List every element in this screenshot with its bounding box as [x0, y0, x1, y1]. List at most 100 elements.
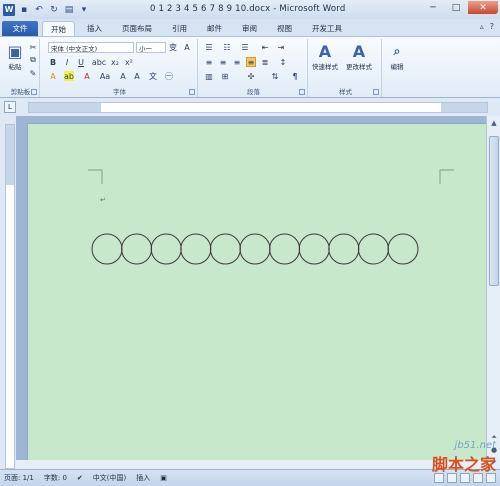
quick-styles-button[interactable]: A 快速样式 — [312, 41, 338, 72]
highlight-icon[interactable]: ab — [64, 71, 74, 81]
ribbon: ▣ 粘贴 ✂ ⧉ ✎ 剪贴板 宋体 (中文正文) 小一 变 A B I U ab… — [0, 36, 500, 98]
save-icon[interactable]: ▪ — [18, 4, 30, 16]
proofing-icon[interactable]: ✔ — [77, 474, 83, 482]
quick-styles-icon: A — [318, 41, 332, 61]
circle-shape[interactable] — [239, 233, 271, 265]
vertical-ruler-inner[interactable] — [5, 124, 15, 469]
underline-icon[interactable]: U — [76, 57, 86, 67]
format-painter-icon[interactable]: ✎ — [28, 68, 38, 78]
shading-icon[interactable]: ▥ — [204, 71, 214, 81]
right-margin-shade — [441, 103, 487, 112]
tab-page-layout[interactable]: 页面布局 — [114, 21, 160, 36]
tab-developer[interactable]: 开发工具 — [304, 21, 350, 36]
tab-insert[interactable]: 插入 — [79, 21, 110, 36]
ribbon-tabs: 文件 开始 插入 页面布局 引用 邮件 审阅 视图 开发工具 ▵ ? — [0, 19, 500, 36]
sort-icon[interactable]: ⇅ — [270, 71, 280, 81]
maximize-button[interactable]: □ — [445, 1, 467, 14]
text-effects-icon[interactable]: A — [48, 71, 58, 81]
scroll-up-icon[interactable]: ▲ — [488, 117, 500, 129]
bullets-icon[interactable]: ☰ — [204, 42, 214, 52]
circle-shape[interactable] — [298, 233, 330, 265]
circle-shape[interactable] — [121, 233, 153, 265]
change-case-icon[interactable]: Aa — [100, 71, 110, 81]
multilevel-list-icon[interactable]: ☰ — [240, 42, 250, 52]
justify-icon[interactable]: ≡ — [246, 57, 256, 67]
chinese-layout-icon[interactable]: ✣ — [246, 71, 256, 81]
minimize-ribbon-icon[interactable]: ▵ — [480, 22, 484, 31]
print-preview-icon[interactable]: ▤ — [63, 4, 75, 16]
font-size-select[interactable]: 小一 — [136, 42, 166, 53]
circle-shape[interactable] — [357, 233, 389, 265]
status-mode[interactable]: 插入 — [136, 473, 150, 483]
status-bar: 页面: 1/1 字数: 0 ✔ 中文(中国) 插入 ▣ — [0, 469, 500, 486]
enclose-char-icon[interactable]: ㊀ — [164, 71, 174, 81]
tab-selector-icon[interactable]: L — [4, 101, 16, 113]
strikethrough-icon[interactable]: abc — [92, 57, 106, 67]
shrink-font-icon[interactable]: A — [132, 71, 142, 81]
char-border-icon[interactable]: A — [182, 42, 192, 52]
editing-button[interactable]: ⌕ 编辑 — [386, 41, 408, 72]
tab-view[interactable]: 视图 — [269, 21, 300, 36]
vertical-scrollbar[interactable]: ▲ ⏶ ● ⏷ — [486, 116, 500, 469]
font-color-icon[interactable]: A — [82, 71, 92, 81]
bold-icon[interactable]: B — [48, 57, 58, 67]
customize-qat-icon[interactable]: ▾ — [78, 4, 90, 16]
horizontal-ruler[interactable] — [28, 102, 488, 113]
minimize-button[interactable]: ─ — [422, 1, 444, 14]
circle-shape[interactable] — [328, 233, 360, 265]
styles-group-label: 样式 — [339, 88, 352, 96]
crop-marks — [88, 169, 454, 184]
grow-font-icon[interactable]: A — [118, 71, 128, 81]
align-right-icon[interactable]: ≡ — [232, 57, 242, 67]
copy-icon[interactable]: ⧉ — [28, 55, 38, 65]
tab-right-controls: ▵ ? — [480, 22, 494, 31]
horizontal-scrollbar[interactable] — [16, 460, 486, 469]
tab-review[interactable]: 审阅 — [234, 21, 265, 36]
line-spacing-icon[interactable]: ↕ — [278, 57, 288, 67]
tab-file[interactable]: 文件 — [2, 21, 38, 36]
undo-icon[interactable]: ↶ — [33, 4, 45, 16]
paragraph-launcher-icon[interactable] — [299, 89, 305, 95]
clear-format-icon[interactable]: 变 — [168, 42, 178, 52]
styles-launcher-icon[interactable] — [373, 89, 379, 95]
status-words[interactable]: 字数: 0 — [44, 473, 67, 483]
circle-shape[interactable] — [269, 233, 301, 265]
italic-icon[interactable]: I — [62, 57, 72, 67]
tab-mailings[interactable]: 邮件 — [199, 21, 230, 36]
cut-icon[interactable]: ✂ — [28, 42, 38, 52]
redo-icon[interactable]: ↻ — [48, 4, 60, 16]
circle-shape[interactable] — [150, 233, 182, 265]
decrease-indent-icon[interactable]: ⇤ — [260, 42, 270, 52]
crop-mark-top-left — [88, 169, 103, 184]
paste-button[interactable]: ▣ 粘贴 — [4, 41, 26, 72]
circle-row — [91, 233, 419, 265]
tab-home[interactable]: 开始 — [42, 21, 75, 36]
phonetic-guide-icon[interactable]: 文 — [148, 71, 158, 81]
close-button[interactable]: ✕ — [468, 1, 498, 14]
circle-shape[interactable] — [387, 233, 419, 265]
scroll-thumb[interactable] — [489, 136, 499, 286]
circle-shape[interactable] — [209, 233, 241, 265]
show-marks-icon[interactable]: ¶ — [290, 71, 300, 81]
circle-shape[interactable] — [91, 233, 123, 265]
status-page[interactable]: 页面: 1/1 — [4, 473, 34, 483]
tab-references[interactable]: 引用 — [164, 21, 195, 36]
align-center-icon[interactable]: ≡ — [218, 57, 228, 67]
change-styles-button[interactable]: A 更改样式 — [346, 41, 372, 72]
font-name-select[interactable]: 宋体 (中文正文) — [48, 42, 134, 53]
help-icon[interactable]: ? — [490, 22, 494, 31]
align-left-icon[interactable]: ≡ — [204, 57, 214, 67]
clipboard-launcher-icon[interactable] — [31, 89, 37, 95]
subscript-icon[interactable]: x₂ — [110, 57, 120, 67]
circle-shape[interactable] — [180, 233, 212, 265]
status-language[interactable]: 中文(中国) — [93, 473, 126, 483]
word-logo-icon[interactable]: W — [3, 3, 15, 16]
increase-indent-icon[interactable]: ⇥ — [276, 42, 286, 52]
document-page[interactable]: ↵ — [28, 124, 486, 469]
borders-icon[interactable]: ⊞ — [220, 71, 230, 81]
superscript-icon[interactable]: x² — [124, 57, 134, 67]
numbering-icon[interactable]: ☷ — [222, 42, 232, 52]
macro-record-icon[interactable]: ▣ — [160, 474, 167, 482]
distributed-icon[interactable]: ≣ — [260, 57, 270, 67]
font-launcher-icon[interactable] — [189, 89, 195, 95]
